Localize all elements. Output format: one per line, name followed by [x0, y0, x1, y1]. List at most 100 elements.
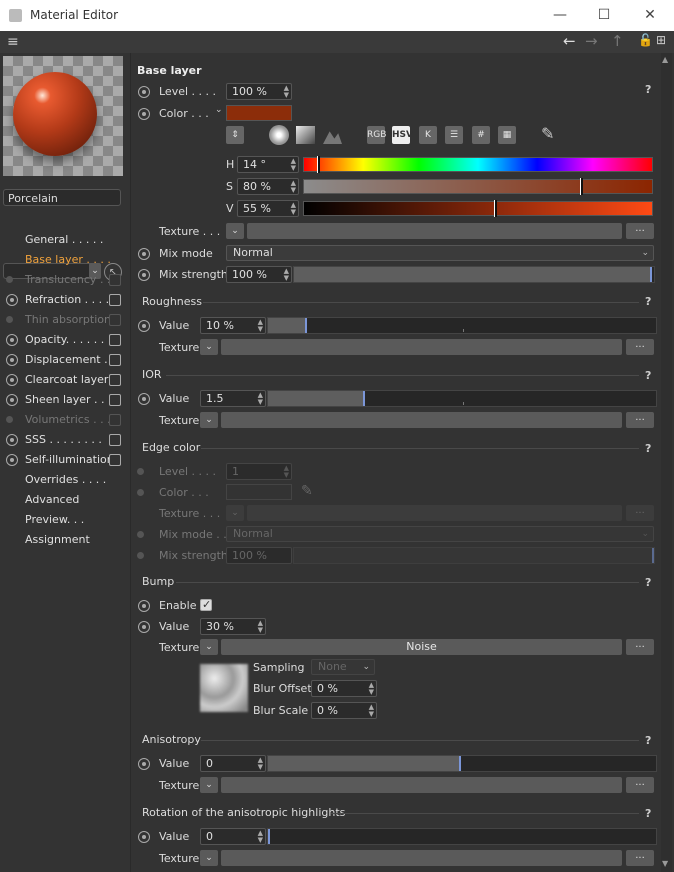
roughness-more-button[interactable]: ...	[626, 339, 654, 355]
anisotropy-animate-icon[interactable]	[138, 758, 150, 770]
channel-animate-icon[interactable]	[6, 394, 18, 406]
saturation-slider[interactable]	[303, 178, 653, 195]
channel-enable-checkbox[interactable]	[109, 354, 121, 366]
ior-slider[interactable]	[267, 390, 657, 407]
roughness-texture-slot[interactable]	[221, 339, 622, 355]
minimize-button[interactable]: —	[538, 4, 582, 26]
rotation-slider[interactable]	[267, 828, 657, 845]
h-field[interactable]: 14 ° ▲ ▼	[237, 156, 299, 173]
anisotropy-more-button[interactable]: ...	[626, 777, 654, 793]
noise-thumbnail[interactable]	[200, 664, 248, 712]
mixmode-animate-icon[interactable]	[138, 248, 150, 260]
spectrum-icon[interactable]	[296, 126, 315, 144]
help-icon[interactable]: ?	[645, 807, 651, 820]
maximize-button[interactable]: ☐	[582, 4, 626, 26]
sidebar-item-assignment[interactable]: Assignment	[25, 531, 90, 549]
anisotropy-texture-slot[interactable]	[221, 777, 622, 793]
scrollbar[interactable]: ▲ ▼	[661, 53, 672, 872]
texture-dropdown[interactable]: ⌄	[226, 223, 244, 239]
lock-icon[interactable]: 🔓	[638, 33, 653, 47]
channel-animate-icon[interactable]	[6, 454, 18, 466]
back-arrow-icon[interactable]: ←	[563, 32, 576, 50]
channel-animate-icon[interactable]	[6, 374, 18, 386]
level-animate-icon[interactable]	[138, 86, 150, 98]
roughness-animate-icon[interactable]	[138, 320, 150, 332]
sidebar-item-general[interactable]: General . . . . .	[25, 231, 103, 249]
bump-texture-dropdown[interactable]: ⌄	[200, 639, 218, 655]
ior-texture-dropdown[interactable]: ⌄	[200, 412, 218, 428]
sidebar-item-sheen-layer[interactable]: Sheen layer . . . .	[25, 391, 119, 409]
mixmode-select[interactable]: Normal ⌄	[226, 245, 654, 261]
material-name-field[interactable]: Porcelain	[3, 189, 121, 206]
texture-more-button[interactable]: ...	[626, 223, 654, 239]
help-icon[interactable]: ?	[645, 369, 651, 382]
sidebar-item-self-illumination[interactable]: Self-illumination	[25, 451, 114, 469]
bump-enable-checkbox[interactable]	[200, 598, 212, 611]
texture-slot[interactable]	[247, 223, 622, 239]
channel-animate-icon[interactable]	[6, 354, 18, 366]
channel-enable-checkbox[interactable]	[109, 394, 121, 406]
rotation-texture-dropdown[interactable]: ⌄	[200, 850, 218, 866]
sidebar-item-clearcoat-layer[interactable]: Clearcoat layer	[25, 371, 108, 389]
rgb-mode-button[interactable]: RGB	[367, 126, 386, 144]
up-arrow-icon[interactable]: ↑	[611, 32, 624, 50]
channel-animate-icon[interactable]	[6, 334, 18, 346]
sidebar-item-opacity[interactable]: Opacity. . . . . .	[25, 331, 104, 349]
s-field[interactable]: 80 % ▲ ▼	[237, 178, 299, 195]
ior-animate-icon[interactable]	[138, 393, 150, 405]
anisotropy-texture-dropdown[interactable]: ⌄	[200, 777, 218, 793]
sidebar-item-translucency[interactable]: Translucency . .	[25, 271, 110, 289]
sampling-select[interactable]: None ⌄	[311, 659, 375, 675]
hamburger-menu-icon[interactable]: ≡	[7, 34, 19, 50]
close-button[interactable]: ✕	[628, 4, 672, 26]
roughness-slider[interactable]	[267, 317, 657, 334]
help-icon[interactable]: ?	[645, 734, 651, 747]
sidebar-item-displacement[interactable]: Displacement . .	[25, 351, 115, 369]
channel-enable-checkbox[interactable]	[109, 454, 121, 466]
color-animate-icon[interactable]	[138, 108, 150, 120]
rotation-value-field[interactable]: 0 ▲ ▼	[200, 828, 266, 845]
hex-mode-button[interactable]: #	[472, 126, 490, 144]
ior-value-field[interactable]: 1.5 ▲ ▼	[200, 390, 266, 407]
help-icon[interactable]: ?	[645, 83, 651, 96]
hue-slider[interactable]	[303, 156, 653, 173]
mixstrength-animate-icon[interactable]	[138, 269, 150, 281]
help-icon[interactable]: ?	[645, 295, 651, 308]
swatches-icon[interactable]: ▦	[498, 126, 516, 144]
mixstrength-slider[interactable]	[293, 266, 655, 283]
rotation-more-button[interactable]: ...	[626, 850, 654, 866]
channel-enable-checkbox[interactable]	[109, 334, 121, 346]
channel-animate-icon[interactable]	[6, 294, 18, 306]
bump-enable-animate-icon[interactable]	[138, 600, 150, 612]
anisotropy-slider[interactable]	[267, 755, 657, 772]
bump-value-field[interactable]: 30 % ▲ ▼	[200, 618, 266, 635]
color-compress-icon[interactable]: ⇕	[226, 126, 244, 144]
value-slider[interactable]	[303, 200, 653, 217]
sidebar-item-thin-absorption[interactable]: Thin absorption	[25, 311, 111, 329]
sidebar-item-preview[interactable]: Preview. . .	[25, 511, 84, 529]
bump-texture-slot[interactable]: Noise	[221, 639, 622, 655]
color-swatch[interactable]	[226, 105, 292, 121]
blur-scale-field[interactable]: 0 % ▲ ▼	[311, 702, 377, 719]
bump-value-animate-icon[interactable]	[138, 621, 150, 633]
ior-more-button[interactable]: ...	[626, 412, 654, 428]
level-field[interactable]: 100 % ▲ ▼	[226, 83, 292, 100]
roughness-texture-dropdown[interactable]: ⌄	[200, 339, 218, 355]
help-icon[interactable]: ?	[645, 442, 651, 455]
ior-texture-slot[interactable]	[221, 412, 622, 428]
hsv-mode-button[interactable]: HSV	[392, 126, 413, 144]
channel-animate-icon[interactable]	[6, 434, 18, 446]
sidebar-item-advanced[interactable]: Advanced	[25, 491, 79, 509]
mixstrength-field[interactable]: 100 % ▲ ▼	[226, 266, 292, 283]
material-preview[interactable]	[3, 56, 123, 176]
help-icon[interactable]: ?	[645, 576, 651, 589]
channel-enable-checkbox[interactable]	[109, 374, 121, 386]
kelvin-mode-button[interactable]: K	[419, 126, 437, 144]
channel-enable-checkbox[interactable]	[109, 294, 121, 306]
value-marker[interactable]	[494, 200, 497, 217]
sidebar-item-overrides[interactable]: Overrides . . . .	[25, 471, 106, 489]
bump-more-button[interactable]: ...	[626, 639, 654, 655]
rotation-animate-icon[interactable]	[138, 831, 150, 843]
channel-enable-checkbox[interactable]	[109, 434, 121, 446]
sidebar-item-volumetrics[interactable]: Volumetrics . . .	[25, 411, 111, 429]
